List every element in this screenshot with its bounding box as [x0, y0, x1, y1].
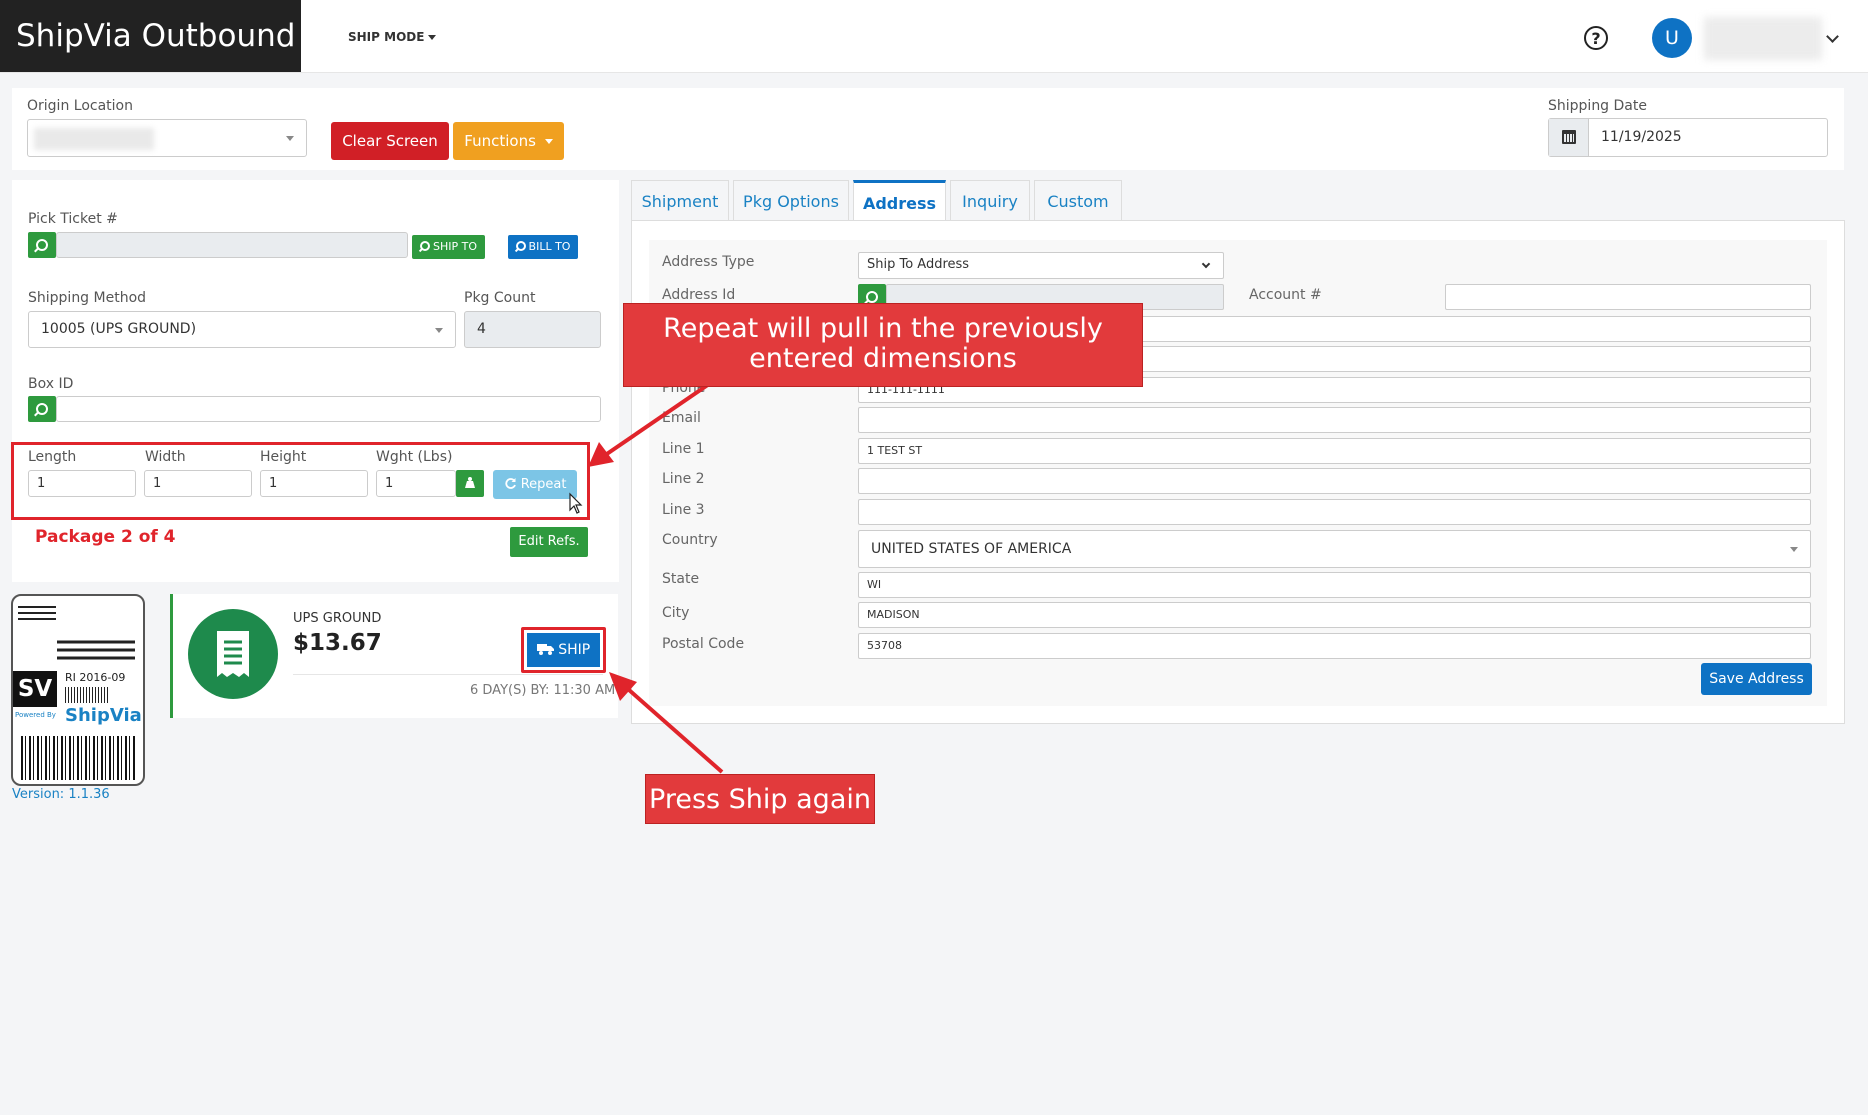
annotation-arrows	[588, 378, 724, 774]
repeat-callout: Repeat will pull in the previously enter…	[623, 303, 1143, 387]
arrow-head-icon	[609, 672, 637, 701]
arrow-head-icon	[588, 442, 614, 467]
ship-callout: Press Ship again	[645, 774, 875, 824]
